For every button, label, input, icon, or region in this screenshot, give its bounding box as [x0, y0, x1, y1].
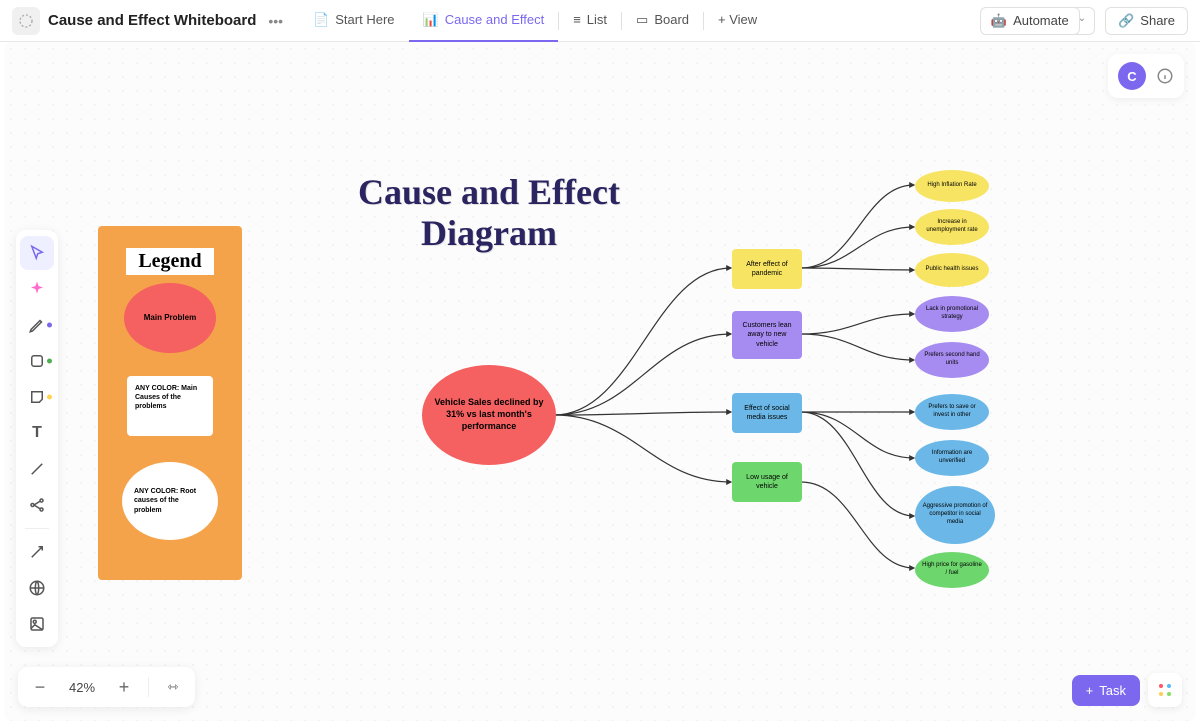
- diagram-title[interactable]: Cause and Effect Diagram: [294, 172, 684, 255]
- root-cause-node[interactable]: Aggressive promotion of competitor in so…: [915, 486, 995, 544]
- share-icon: 🔗: [1118, 13, 1134, 29]
- info-icon[interactable]: [1156, 67, 1174, 85]
- legend-root[interactable]: ANY COLOR: Root causes of the problem: [122, 462, 218, 540]
- tab-label: List: [587, 12, 607, 27]
- root-cause-node[interactable]: High Inflation Rate: [915, 170, 989, 202]
- shape-tool[interactable]: [20, 344, 54, 378]
- automate-button[interactable]: 🤖 Automate: [980, 7, 1080, 35]
- more-menu[interactable]: •••: [268, 13, 283, 29]
- pen-tool[interactable]: [20, 308, 54, 342]
- share-button[interactable]: 🔗 Share: [1105, 7, 1188, 35]
- doc-icon: [12, 7, 40, 35]
- image-tool[interactable]: [20, 607, 54, 641]
- presence-bar: C: [1108, 54, 1184, 98]
- legend-title[interactable]: Legend: [126, 248, 214, 275]
- tab-board[interactable]: ▭ Board: [622, 0, 703, 42]
- diagram-layer: Cause and Effect Diagram Legend Main Pro…: [4, 42, 1196, 721]
- ai-tool[interactable]: [20, 272, 54, 306]
- tab-label: Start Here: [335, 12, 394, 27]
- add-task-button[interactable]: + Task: [1072, 675, 1140, 706]
- zoom-out-button[interactable]: −: [26, 673, 54, 701]
- tab-start-here[interactable]: 📄 Start Here: [299, 0, 408, 42]
- zoom-in-button[interactable]: +: [110, 673, 138, 701]
- mindmap-tool[interactable]: [20, 488, 54, 522]
- root-cause-node[interactable]: Prefers to save or invest in other: [915, 394, 989, 430]
- tab-label: Cause and Effect: [445, 12, 545, 27]
- tab-add-view[interactable]: + View: [704, 0, 771, 42]
- board-icon: ▭: [636, 12, 648, 28]
- plus-icon: +: [1086, 683, 1094, 698]
- zoom-controls: − 42% + ⇿: [18, 667, 195, 707]
- bottom-right-actions: + Task: [1072, 673, 1182, 707]
- share-label: Share: [1140, 13, 1175, 28]
- tab-label: Board: [654, 12, 689, 27]
- chart-icon: 📊: [423, 12, 439, 28]
- sticky-tool[interactable]: [20, 380, 54, 414]
- cause-node[interactable]: After effect of pandemic: [732, 249, 802, 289]
- apps-button[interactable]: [1148, 673, 1182, 707]
- root-cause-node[interactable]: Lack in promotional strategy: [915, 296, 989, 332]
- root-cause-node[interactable]: Public health issues: [915, 253, 989, 287]
- cause-node[interactable]: Effect of social media issues: [732, 393, 802, 433]
- root-cause-node[interactable]: Prefers second hand units: [915, 342, 989, 378]
- tab-label: + View: [718, 12, 757, 27]
- list-icon: ≡: [573, 12, 581, 27]
- root-cause-node[interactable]: Increase in unemployment rate: [915, 209, 989, 245]
- user-avatar[interactable]: C: [1118, 62, 1146, 90]
- legend-main-problem[interactable]: Main Problem: [124, 283, 216, 353]
- zoom-value[interactable]: 42%: [64, 680, 100, 695]
- task-label: Task: [1099, 683, 1126, 698]
- automate-label: Automate: [1013, 13, 1069, 28]
- robot-icon: 🤖: [991, 13, 1007, 29]
- legend-causes[interactable]: ANY COLOR: Main Causes of the problems: [127, 376, 213, 436]
- main-problem-node[interactable]: Vehicle Sales declined by 31% vs last mo…: [422, 365, 556, 465]
- app-header: Cause and Effect Whiteboard ••• 📄 Start …: [0, 0, 1200, 42]
- text-tool[interactable]: T: [20, 416, 54, 450]
- root-cause-node[interactable]: Information are unverified: [915, 440, 989, 476]
- divider: [148, 677, 149, 697]
- automate-dropdown[interactable]: ⌄: [1070, 7, 1095, 35]
- pointer-tool[interactable]: [20, 236, 54, 270]
- web-tool[interactable]: [20, 571, 54, 605]
- connector-tool[interactable]: [20, 452, 54, 486]
- cause-node[interactable]: Low usage of vehicle: [732, 462, 802, 502]
- tab-cause-effect[interactable]: 📊 Cause and Effect: [409, 0, 559, 42]
- drawing-toolbar: T: [16, 230, 58, 647]
- header-right: 🤖 Automate ⌄ 🔗 Share: [980, 7, 1188, 35]
- root-cause-node[interactable]: High price for gasoline / fuel: [915, 552, 989, 588]
- fit-width-button[interactable]: ⇿: [159, 673, 187, 701]
- magic-tool[interactable]: [20, 535, 54, 569]
- doc-title[interactable]: Cause and Effect Whiteboard: [48, 12, 256, 29]
- divider: [25, 528, 49, 529]
- view-tabs: 📄 Start Here 📊 Cause and Effect ≡ List ▭…: [299, 0, 771, 42]
- doc-icon: 📄: [313, 12, 329, 28]
- cause-node[interactable]: Customers lean away to new vehicle: [732, 311, 802, 359]
- tab-list[interactable]: ≡ List: [559, 0, 621, 42]
- whiteboard-canvas[interactable]: T C: [4, 42, 1196, 721]
